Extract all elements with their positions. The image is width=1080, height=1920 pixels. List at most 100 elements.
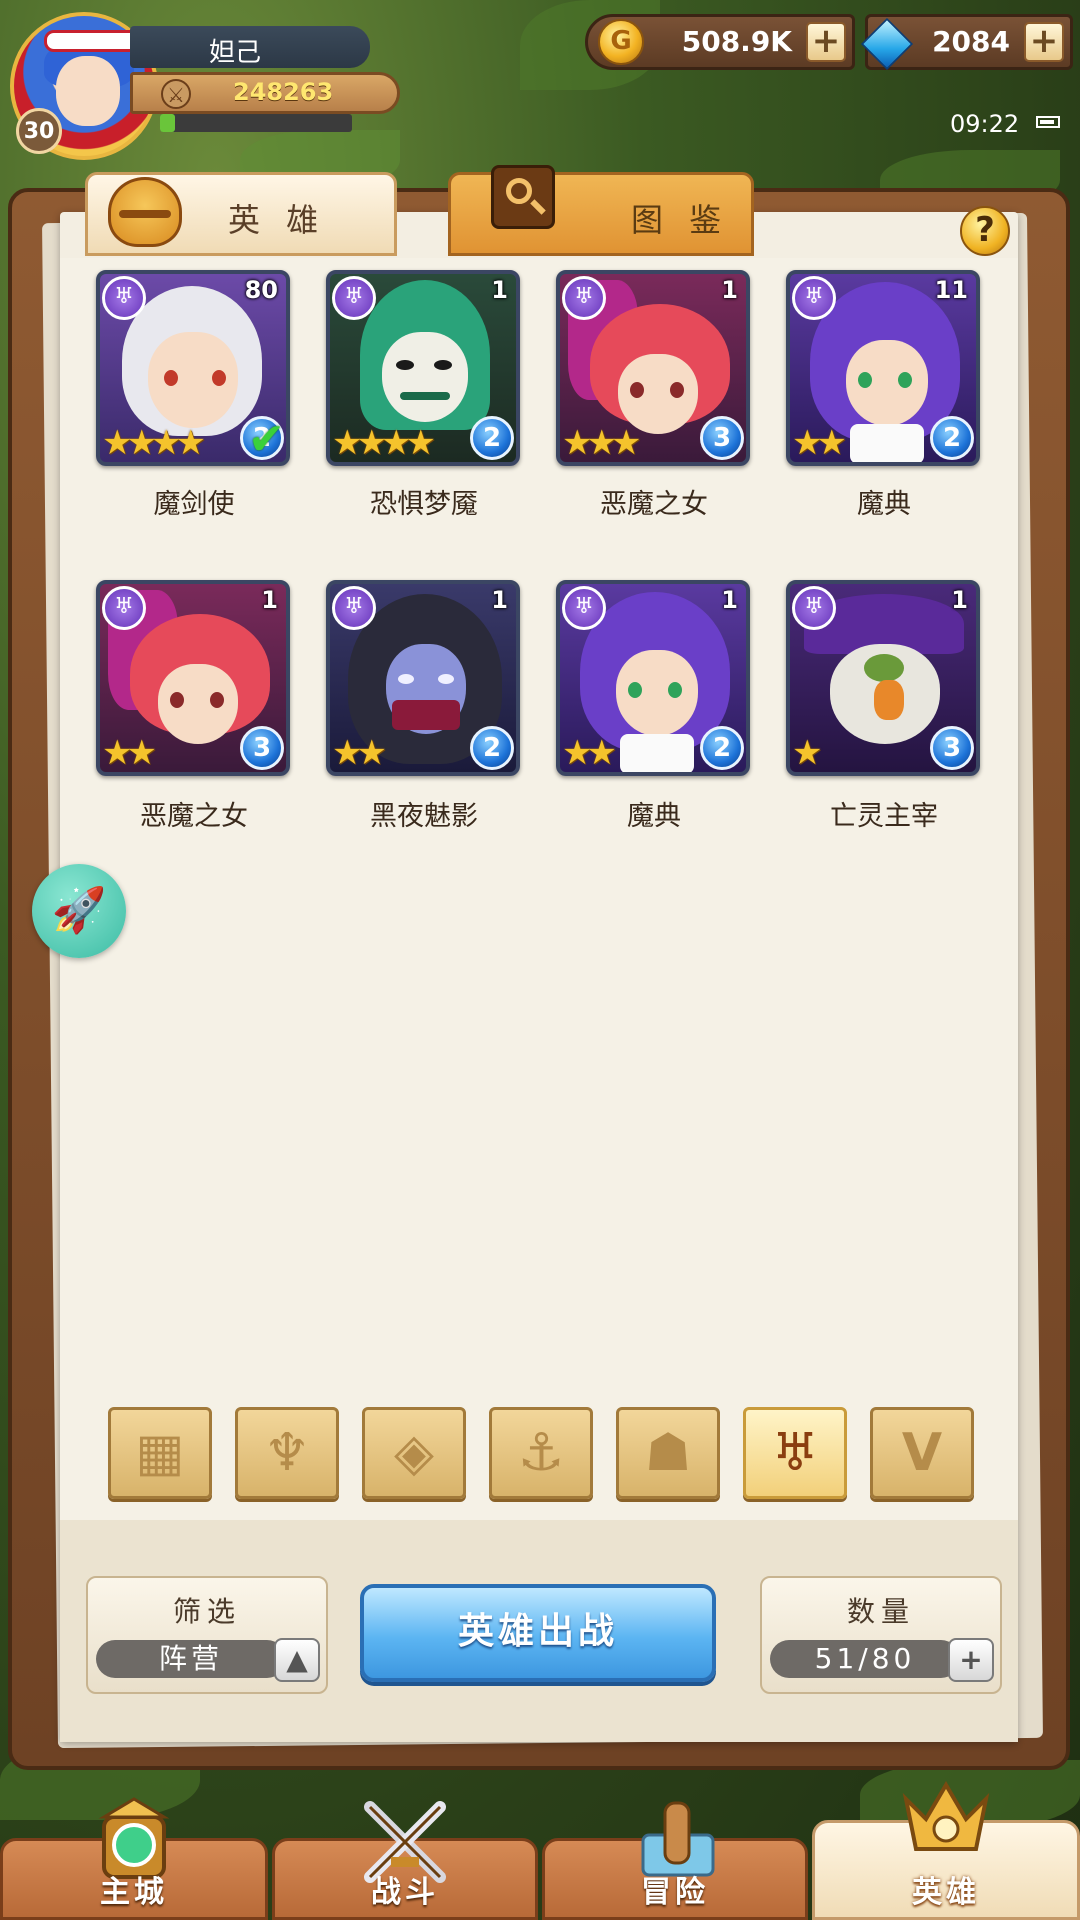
filter-leaf-faction-button[interactable]: ♆ (235, 1407, 339, 1499)
demon-faction-icon: ♅ (332, 586, 376, 630)
hero-grade-badge: 2 (700, 726, 744, 770)
hero-stars: ★★★★ (332, 423, 436, 463)
hero-grade-badge: 2 (470, 416, 514, 460)
filter-wing-faction-button[interactable]: V (870, 1407, 974, 1499)
exp-bar (160, 114, 352, 132)
filter-anchor-faction-button[interactable]: ⚓ (489, 1407, 593, 1499)
filter-title: 筛选 (172, 1595, 241, 1628)
hero-stars: ★★ (332, 733, 387, 773)
hero-level: 1 (491, 586, 508, 614)
hero-stars: ★ (792, 733, 823, 773)
hero-card-8[interactable]: ♅ 1 ★ 3 (786, 580, 980, 776)
hero-grade-badge: 2 (470, 726, 514, 770)
hero-name: 亡灵主宰 (830, 801, 938, 832)
gold-value: 508.9K (681, 25, 792, 58)
demon-faction-icon: ♅ (562, 586, 606, 630)
filter-diamond-faction-button[interactable]: ◈ (362, 1407, 466, 1499)
player-name-plate: 妲己 (130, 26, 370, 68)
demon-faction-icon: ♅ (792, 276, 836, 320)
filter-control[interactable]: 筛选 阵营 ▲ (86, 1576, 328, 1694)
plus-icon: + (959, 1643, 983, 1676)
hero-card-1[interactable]: ♅ 80 ★★★★ 2 ✔ (96, 270, 290, 466)
power-plate: ⚔ 248263 (130, 72, 400, 114)
hero-card-5[interactable]: ♅ 1 ★★ 3 (96, 580, 290, 776)
filter-expand-button[interactable]: ▲ (274, 1638, 320, 1682)
magnifier-icon (491, 165, 555, 229)
hero-name: 魔典 (627, 801, 681, 832)
hero-stars: ★★★★ (102, 423, 206, 463)
tab-album[interactable]: 图 鉴 (448, 165, 754, 256)
crossed-swords-icon: ⚔ (161, 79, 191, 109)
gem-counter: 2084 + (860, 14, 1073, 71)
hero-name: 魔剑使 (153, 489, 235, 520)
nav-heroes-label: 英雄 (912, 1875, 980, 1910)
hero-level: 11 (934, 276, 968, 304)
player-name: 妲己 (208, 38, 261, 68)
hero-card-2[interactable]: ♅ 1 ★★★★ 2 (326, 270, 520, 466)
leaf-faction-icon: ♆ (263, 1423, 311, 1483)
power-value: 248263 (233, 78, 334, 106)
hero-card-7[interactable]: ♅ 1 ★★ 2 (556, 580, 750, 776)
filter-value: 阵营 (96, 1640, 286, 1678)
hero-card-4[interactable]: ♅ 11 ★★ 2 (786, 270, 980, 466)
hero-name: 恶魔之女 (600, 489, 708, 520)
hero-stars: ★★ (792, 423, 847, 463)
hero-card-3[interactable]: ♅ 1 ★★★ 3 (556, 270, 750, 466)
rocket-icon: 🚀 (51, 885, 107, 936)
demon-faction-icon: ♅ (771, 1423, 819, 1483)
demon-faction-icon: ♅ (102, 276, 146, 320)
hero-level: 1 (721, 586, 738, 614)
hero-helmet-icon (902, 1781, 990, 1851)
count-value: 51/80 (770, 1640, 960, 1678)
chevron-up-icon: ▲ (286, 1643, 308, 1676)
demon-faction-icon: ♅ (562, 276, 606, 320)
help-button[interactable]: ? (960, 206, 1010, 256)
filter-demon-faction-button[interactable]: ♅ (743, 1407, 847, 1499)
gold-coin-icon: G (598, 19, 644, 65)
tab-album-label: 图 鉴 (631, 201, 730, 239)
grid-icon: ▦ (135, 1423, 185, 1483)
wing-faction-icon: V (901, 1423, 943, 1483)
tab-heroes[interactable]: 英 雄 (85, 172, 397, 256)
count-control: 数量 51/80 + (760, 1576, 1002, 1694)
add-gold-button[interactable]: + (806, 22, 846, 62)
helmet-icon (108, 177, 182, 247)
count-title: 数量 (846, 1595, 915, 1628)
hero-name: 黑夜魅影 (370, 801, 478, 832)
hero-stars: ★★ (562, 733, 617, 773)
rocket-button[interactable]: 🚀 (32, 864, 126, 958)
hero-name: 恐惧梦魇 (370, 489, 478, 520)
anchor-faction-icon: ⚓ (517, 1423, 565, 1483)
hero-name: 魔典 (857, 489, 911, 520)
nav-battle[interactable]: 战斗 (272, 1801, 538, 1920)
clock: 09:22 (950, 110, 1020, 138)
hero-level: 1 (491, 276, 508, 304)
nav-heroes[interactable]: 英雄 (812, 1781, 1080, 1920)
gold-counter: G 508.9K + (585, 14, 855, 70)
hero-grade-badge: 3 (930, 726, 974, 770)
hero-grade-badge: 2 (930, 416, 974, 460)
filter-all-button[interactable]: ▦ (108, 1407, 212, 1499)
exp-bar-fill (160, 114, 176, 132)
tab-heroes-label: 英 雄 (228, 201, 327, 239)
expand-capacity-button[interactable]: + (948, 1638, 994, 1682)
demon-faction-icon: ♅ (102, 586, 146, 630)
hero-grade-badge: 3 (700, 416, 744, 460)
diamond-faction-icon: ◈ (394, 1423, 434, 1483)
beast-faction-icon: ☗ (644, 1423, 692, 1483)
filter-beast-faction-button[interactable]: ☗ (616, 1407, 720, 1499)
player-level-badge: 30 (16, 108, 62, 154)
gem-value: 2084 (932, 25, 1010, 58)
hero-level: 1 (261, 586, 278, 614)
hero-level: 80 (244, 276, 278, 304)
demon-faction-icon: ♅ (332, 276, 376, 320)
nav-adventure[interactable]: 冒险 (542, 1801, 808, 1920)
hero-card-6[interactable]: ♅ 1 ★★ 2 (326, 580, 520, 776)
add-gems-button[interactable]: + (1024, 22, 1064, 62)
deploy-heroes-button[interactable]: 英雄出战 (360, 1584, 716, 1682)
deployed-check-icon: ✔ (248, 414, 285, 465)
gem-icon (860, 17, 914, 71)
hero-stars: ★★ (102, 733, 157, 773)
nav-main-city[interactable]: 主城 (0, 1797, 268, 1920)
hero-level: 1 (721, 276, 738, 304)
